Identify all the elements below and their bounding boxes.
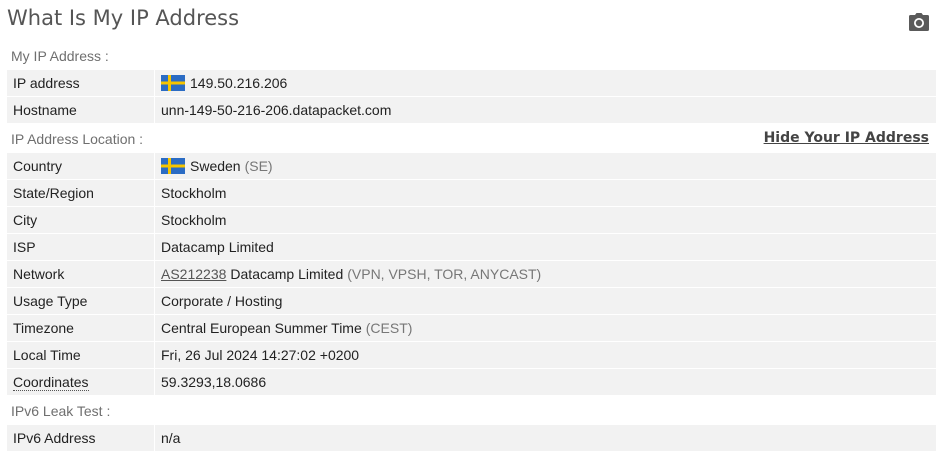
page-title: What Is My IP Address [7, 6, 240, 30]
isp-label: ISP [7, 234, 154, 260]
city-label: City [7, 207, 154, 233]
ip-address-value-cell: 149.50.216.206 [155, 70, 936, 96]
ipv6-row: IPv6 Address n/a [7, 425, 937, 452]
city-value: Stockholm [161, 212, 227, 228]
hostname-label: Hostname [7, 97, 154, 123]
ipv6-section-heading: IPv6 Leak Test : [11, 403, 111, 419]
network-row: Network AS212238 Datacamp Limited (VPN, … [7, 261, 937, 288]
hide-ip-link[interactable]: Hide Your IP Address [764, 130, 929, 146]
camera-icon[interactable] [908, 12, 930, 32]
my-ip-section-heading: My IP Address : [11, 48, 109, 64]
network-label: Network [7, 261, 154, 287]
hostname-value: unn-149-50-216-206.datapacket.com [161, 102, 392, 118]
hostname-row: Hostname unn-149-50-216-206.datapacket.c… [7, 97, 937, 124]
country-code: (SE) [244, 158, 273, 174]
state-label: State/Region [7, 180, 154, 206]
ip-address-value: 149.50.216.206 [190, 75, 288, 91]
timezone-value: Central European Summer Time [161, 320, 362, 336]
state-row: State/Region Stockholm [7, 180, 937, 207]
location-section-heading: IP Address Location : [11, 131, 144, 147]
isp-row: ISP Datacamp Limited [7, 234, 937, 261]
coordinates-value: 59.3293,18.0686 [161, 374, 267, 390]
coordinates-row: Coordinates 59.3293,18.0686 [7, 369, 937, 396]
timezone-row: Timezone Central European Summer Time (C… [7, 315, 937, 342]
local-time-label: Local Time [7, 342, 154, 368]
sweden-flag-icon [161, 75, 185, 91]
state-value: Stockholm [161, 185, 227, 201]
country-value: Sweden [190, 158, 241, 174]
sweden-flag-icon [161, 158, 185, 174]
usage-type-row: Usage Type Corporate / Hosting [7, 288, 937, 315]
country-label: Country [7, 153, 154, 179]
local-time-row: Local Time Fri, 26 Jul 2024 14:27:02 +02… [7, 342, 937, 369]
coordinates-label[interactable]: Coordinates [13, 374, 89, 391]
network-value: Datacamp Limited [230, 266, 344, 282]
usage-type-label: Usage Type [7, 288, 154, 314]
asn-link[interactable]: AS212238 [161, 261, 226, 287]
ip-address-row: IP address 149.50.216.206 [7, 70, 937, 97]
ipv6-label: IPv6 Address [7, 425, 154, 451]
city-row: City Stockholm [7, 207, 937, 234]
network-tags: (VPN, VPSH, TOR, ANYCAST) [347, 266, 542, 282]
timezone-abbr: (CEST) [365, 320, 413, 336]
usage-type-value: Corporate / Hosting [161, 293, 283, 309]
timezone-label: Timezone [7, 315, 154, 341]
local-time-value: Fri, 26 Jul 2024 14:27:02 +0200 [161, 347, 360, 363]
country-row: Country Sweden (SE) [7, 153, 937, 180]
ip-address-label: IP address [7, 70, 154, 96]
ipv6-value: n/a [161, 430, 181, 446]
isp-value: Datacamp Limited [161, 239, 274, 255]
